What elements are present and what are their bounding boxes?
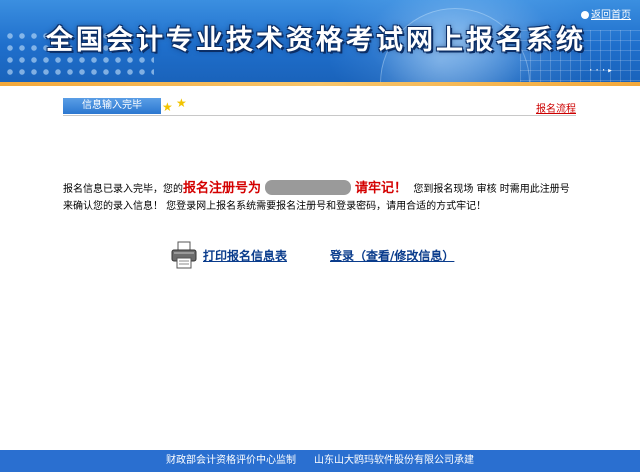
redacted-registration-number — [265, 180, 352, 195]
return-home-link[interactable]: 返回首页 — [581, 6, 631, 21]
footer-supervisor: 财政部会计资格评价中心监制 — [166, 455, 296, 466]
registration-number-label: 报名注册号为 — [183, 181, 262, 196]
registration-process-link[interactable]: 报名流程 — [536, 100, 576, 115]
step-indicator: 信息输入完毕 — [63, 98, 161, 114]
header-stripe — [0, 82, 640, 86]
system-title: 全国会计专业技术资格考试网上报名系统 — [46, 25, 586, 56]
star-icon: ★ — [162, 100, 173, 114]
return-home-label: 返回首页 — [591, 10, 631, 21]
arrow-decoration: ···▸ — [588, 66, 614, 76]
step-divider — [63, 115, 576, 116]
login-view-edit-link[interactable]: 登录（查看/修改信息） — [330, 247, 454, 264]
footer: 财政部会计资格评价中心监制 山东山大鸥玛软件股份有限公司承建 — [0, 450, 640, 472]
completion-message: 报名信息已录入完毕，您的报名注册号为 请牢记！ 您到报名现场 审核 时需用此注册号… — [63, 180, 576, 215]
remember-notice: 请牢记！ — [355, 181, 408, 196]
header-banner: ···▸ 全国会计专业技术资格考试网上报名系统 返回首页 — [0, 0, 640, 82]
star-icon: ★ — [176, 96, 187, 110]
message-intro: 报名信息已录入完毕，您的 — [63, 184, 183, 195]
footer-developer: 山东山大鸥玛软件股份有限公司承建 — [314, 455, 474, 466]
return-icon — [581, 11, 589, 19]
printer-icon[interactable] — [170, 241, 198, 269]
print-registration-form-link[interactable]: 打印报名信息表 — [203, 247, 287, 264]
